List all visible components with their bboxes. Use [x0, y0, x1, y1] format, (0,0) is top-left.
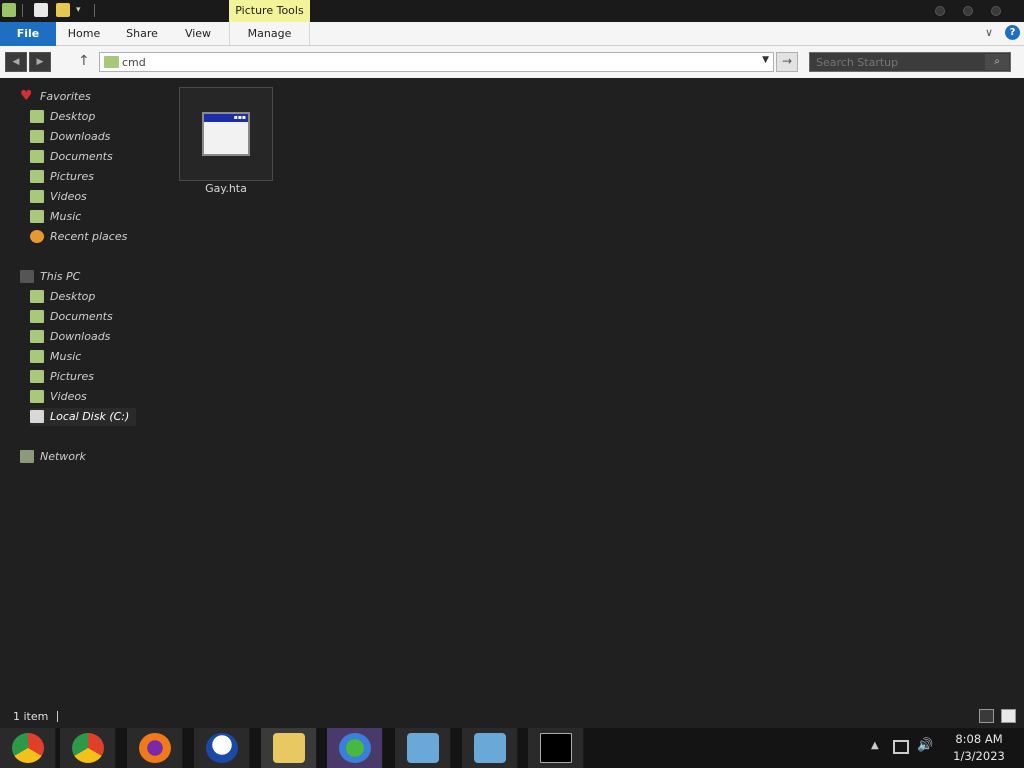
chrome-beta-icon	[12, 733, 44, 763]
file-tile[interactable]: ▪▪▪	[179, 87, 273, 181]
taskbar-installer-2[interactable]	[462, 728, 518, 768]
address-bar[interactable]: ▼	[99, 52, 774, 72]
divider	[94, 4, 95, 17]
messenger-icon	[339, 733, 371, 763]
navigation-pane: ♥ Favorites Desktop Downloads Documents …	[0, 80, 170, 700]
tab-home[interactable]: Home	[60, 22, 108, 46]
pictures-icon	[30, 170, 44, 183]
title-bar: ▾ Picture Tools	[0, 0, 1024, 22]
status-bar: 1 item	[0, 706, 1024, 728]
obama-logo-icon	[206, 733, 238, 763]
divider	[22, 4, 23, 17]
installer-icon	[407, 733, 439, 763]
help-icon[interactable]: ?	[1005, 25, 1020, 40]
taskbar-messenger[interactable]	[327, 728, 383, 768]
title-bar-graphic: ▪▪▪	[204, 114, 248, 122]
documents-icon	[30, 310, 44, 323]
installer-icon	[474, 733, 506, 763]
file-explorer-icon	[273, 733, 305, 763]
ribbon-tabs: File Home Share View Manage ∨ ?	[0, 22, 1024, 46]
customize-quick-access-icon[interactable]: ▾	[76, 5, 81, 15]
tab-manage[interactable]: Manage	[229, 22, 310, 46]
taskbar-firefox[interactable]	[127, 728, 183, 768]
minimize-button[interactable]	[935, 6, 945, 16]
back-button[interactable]: ◀	[5, 52, 27, 72]
chrome-icon	[72, 733, 104, 763]
taskbar-chrome[interactable]	[60, 728, 116, 768]
videos-icon	[30, 190, 44, 203]
large-icons-view-icon[interactable]	[1001, 709, 1016, 723]
item-count: 1 item	[13, 710, 49, 723]
tab-share[interactable]: Share	[118, 22, 166, 46]
nav-pc-local-disk[interactable]: Local Disk (C:)	[30, 408, 136, 426]
divider	[57, 711, 58, 722]
folder-icon	[104, 56, 119, 68]
tab-view[interactable]: View	[176, 22, 220, 46]
ribbon-collapse-icon[interactable]: ∨	[985, 26, 993, 39]
downloads-icon	[30, 330, 44, 343]
folder-icon[interactable]	[2, 3, 16, 17]
tab-file[interactable]: File	[0, 22, 56, 46]
network-tray-icon[interactable]	[893, 740, 909, 754]
picture-tools-label: Picture Tools	[229, 0, 310, 22]
videos-icon	[30, 390, 44, 403]
taskbar-installer-1[interactable]	[395, 728, 451, 768]
pictures-icon	[30, 370, 44, 383]
search-input[interactable]	[816, 55, 986, 69]
search-box[interactable]: ⌕	[809, 52, 1011, 72]
clock-time: 8:08 AM	[955, 732, 1003, 746]
taskbar: ▲ 🔊 8:08 AM 1/3/2023	[0, 728, 1024, 768]
address-input[interactable]	[122, 54, 742, 70]
search-icon[interactable]: ⌕	[985, 54, 1009, 70]
music-icon	[30, 350, 44, 363]
maximize-button[interactable]	[963, 6, 973, 16]
clock-date: 1/3/2023	[953, 749, 1005, 763]
address-row: ◀ ▶ ↑ ▼ → ⌕	[0, 46, 1024, 78]
heart-icon: ♥	[20, 88, 33, 104]
taskbar-file-explorer[interactable]	[261, 728, 317, 768]
go-button[interactable]: →	[776, 52, 798, 72]
properties-icon[interactable]	[34, 3, 48, 17]
computer-icon	[20, 270, 34, 283]
music-icon	[30, 210, 44, 223]
clock[interactable]: 8:08 AM 1/3/2023	[946, 731, 1012, 765]
taskbar-obama-app[interactable]	[194, 728, 250, 768]
documents-icon	[30, 150, 44, 163]
up-button[interactable]: ↑	[78, 53, 90, 69]
show-hidden-icons-icon[interactable]: ▲	[871, 740, 879, 751]
new-folder-icon[interactable]	[56, 3, 70, 17]
chevron-down-icon[interactable]: ▼	[762, 55, 769, 65]
command-prompt-icon	[540, 733, 572, 763]
forward-button[interactable]: ▶	[29, 52, 51, 72]
desktop-icon	[30, 110, 44, 123]
volume-icon[interactable]: 🔊	[917, 738, 933, 753]
recent-places-icon	[30, 230, 44, 243]
details-view-icon[interactable]	[979, 709, 994, 723]
hta-file-icon: ▪▪▪	[202, 112, 250, 156]
desktop-icon	[30, 290, 44, 303]
firefox-icon	[139, 733, 171, 763]
network-icon	[20, 450, 34, 463]
file-name[interactable]: Gay.hta	[179, 182, 273, 195]
close-button[interactable]	[991, 6, 1001, 16]
taskbar-chrome-beta[interactable]	[0, 728, 56, 768]
downloads-icon	[30, 130, 44, 143]
taskbar-command-prompt[interactable]	[528, 728, 584, 768]
drive-icon	[30, 410, 44, 423]
